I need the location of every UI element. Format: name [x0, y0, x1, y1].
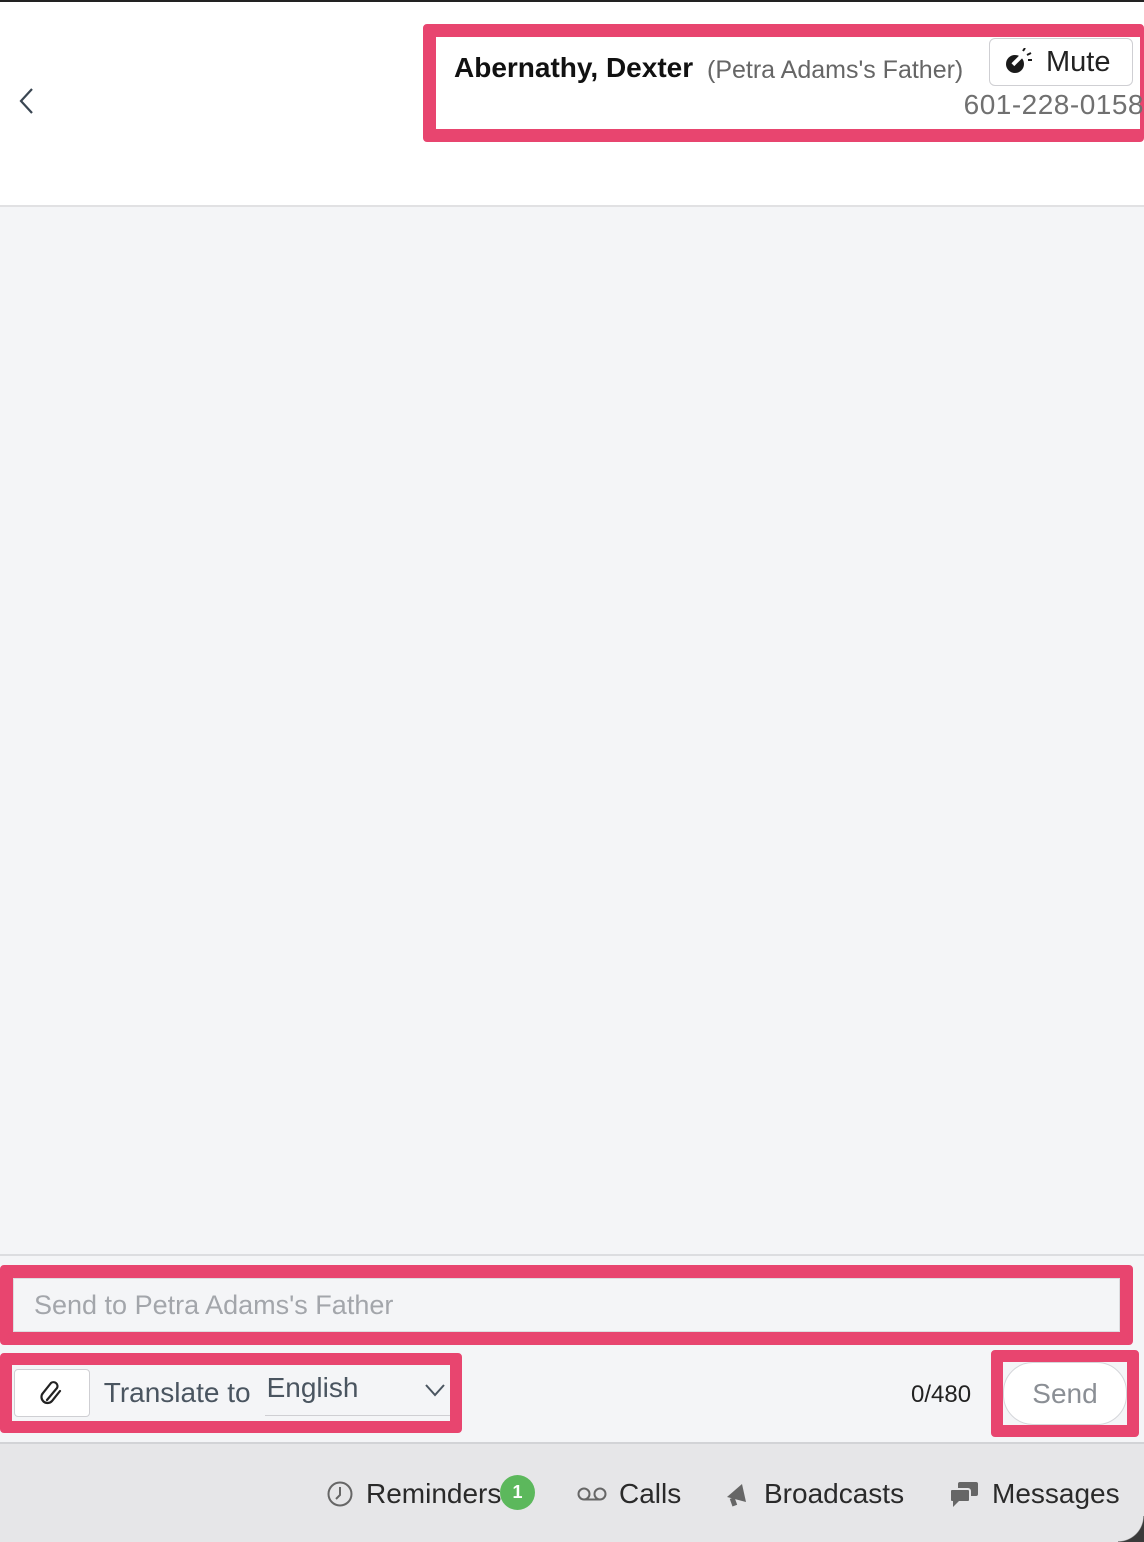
- message-input[interactable]: [13, 1278, 1120, 1332]
- window-corner: [1118, 1516, 1144, 1542]
- conversation-screen: Abernathy, Dexter (Petra Adams's Father)…: [0, 0, 1144, 1542]
- send-button[interactable]: Send: [1003, 1362, 1127, 1425]
- nav-calls-label: Calls: [619, 1478, 682, 1509]
- attach-button[interactable]: [14, 1369, 90, 1417]
- nav-reminders-label: Reminders: [366, 1478, 502, 1509]
- composer-tools: Translate to English: [0, 1353, 462, 1433]
- contact-name: Abernathy, Dexter: [454, 52, 694, 83]
- mute-label: Mute: [1046, 45, 1111, 78]
- mute-button[interactable]: Mute: [989, 38, 1133, 86]
- language-value: English: [266, 1372, 359, 1403]
- send-button-wrapper: Send: [991, 1350, 1139, 1437]
- language-select[interactable]: English: [264, 1370, 450, 1416]
- nav-reminders[interactable]: Reminders: [326, 1478, 501, 1510]
- back-button[interactable]: [12, 84, 42, 118]
- megaphone-icon: [727, 1484, 746, 1507]
- chevron-left-icon: [19, 88, 33, 114]
- nav-calls[interactable]: Calls: [577, 1478, 681, 1510]
- message-composer: Translate to English 0/480 Send: [0, 1254, 1144, 1442]
- translate-label: Translate to: [103, 1377, 251, 1408]
- nav-broadcasts[interactable]: Broadcasts: [724, 1478, 904, 1510]
- contact-phone: 601-228-0158: [963, 89, 1144, 120]
- chevron-down-icon: [425, 1384, 445, 1397]
- contact-relation: (Petra Adams's Father): [707, 56, 964, 84]
- message-thread: [0, 207, 1144, 1254]
- conversation-header: Abernathy, Dexter (Petra Adams's Father)…: [0, 0, 1144, 207]
- nav-broadcasts-label: Broadcasts: [764, 1478, 905, 1509]
- bottom-navigation: Reminders 1 Calls Broadcasts Messages: [0, 1442, 1144, 1542]
- character-counter: 0/480: [911, 1381, 972, 1408]
- message-input-wrapper: [0, 1265, 1133, 1345]
- nav-messages-label: Messages: [992, 1478, 1120, 1509]
- contact-info: Abernathy, Dexter (Petra Adams's Father)…: [423, 24, 1144, 142]
- chat-bubbles-icon: [949, 1482, 978, 1507]
- paperclip-icon: [40, 1381, 61, 1405]
- nav-messages[interactable]: Messages: [948, 1478, 1120, 1510]
- reminders-badge: 1: [500, 1475, 535, 1510]
- mute-icon: [1006, 48, 1032, 73]
- clock-icon: [327, 1481, 353, 1507]
- voicemail-icon: [577, 1487, 607, 1501]
